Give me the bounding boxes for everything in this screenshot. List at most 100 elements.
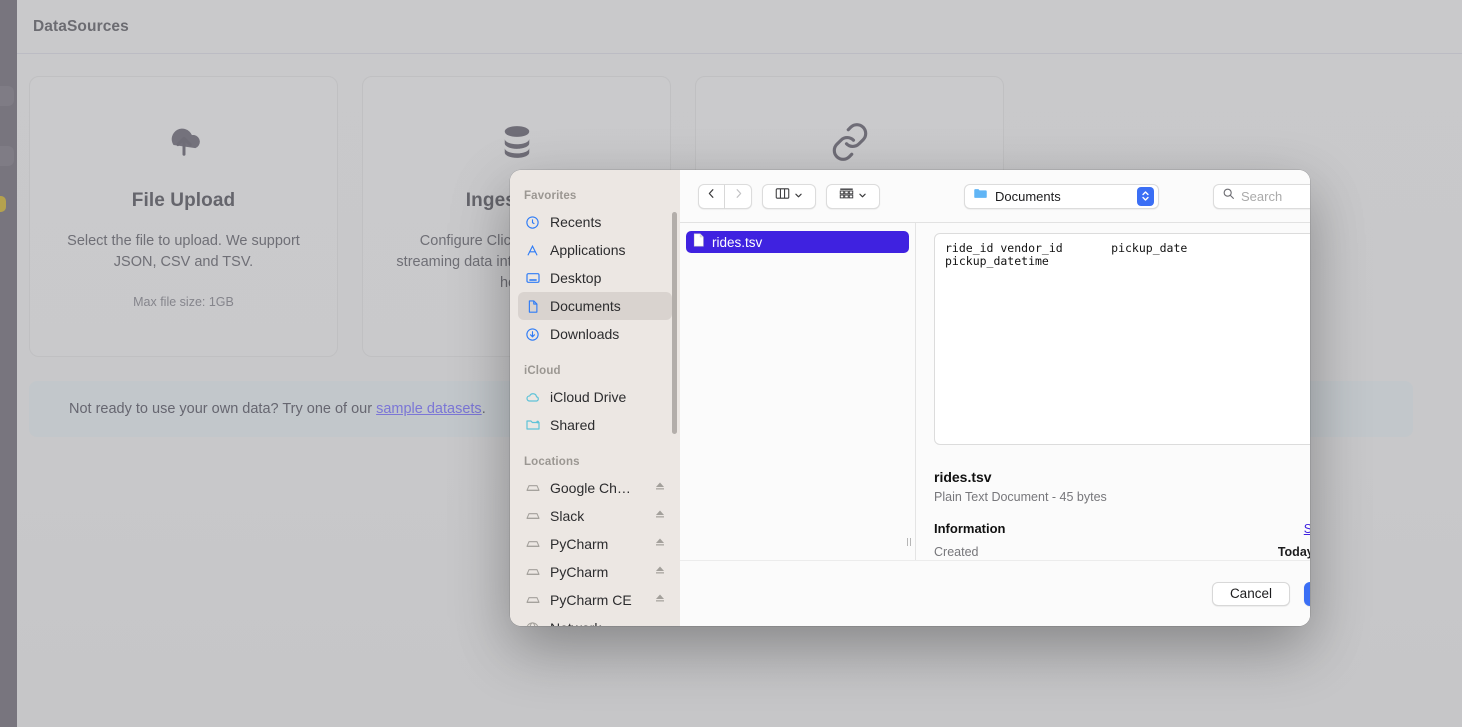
disk-icon (524, 536, 541, 553)
sidebar-item-label: Downloads (550, 326, 619, 342)
preview-file-kind: Plain Text Document - 45 bytes (934, 490, 1310, 504)
sidebar-item-label: Google Ch… (550, 480, 631, 496)
sidebar-item-downloads[interactable]: Downloads (518, 320, 672, 348)
sidebar-item-label: PyCharm (550, 564, 608, 580)
sidebar-item-slack[interactable]: Slack (518, 502, 672, 530)
sidebar-item-label: iCloud Drive (550, 389, 626, 405)
up-down-chevrons-icon[interactable] (1137, 187, 1154, 206)
sidebar-item-label: Slack (550, 508, 584, 524)
sidebar-item-label: Network (550, 620, 601, 626)
sidebar-item-pycharm-1[interactable]: PyCharm (518, 530, 672, 558)
resize-grip-left[interactable] (904, 537, 914, 547)
chevron-left-icon (705, 187, 718, 205)
eject-icon[interactable] (654, 591, 666, 609)
app-circle-icon[interactable] (0, 86, 14, 106)
file-list-item[interactable]: rides.tsv (686, 231, 909, 253)
banner-text-before: Not ready to use your own data? Try one … (69, 401, 376, 417)
sidebar-item-desktop[interactable]: Desktop (518, 264, 672, 292)
sidebar-item-label: Shared (550, 417, 595, 433)
page-header: DataSources (17, 0, 1462, 54)
sidebar-item-label: PyCharm (550, 536, 608, 552)
nav-buttons (698, 184, 752, 209)
file-name: rides.tsv (712, 235, 762, 250)
search-input[interactable] (1241, 189, 1310, 204)
eject-icon[interactable] (654, 535, 666, 553)
preview-meta-row: Created Today, 2:05 PM (934, 545, 1310, 559)
disk-icon (524, 508, 541, 525)
cloud-upload-icon (161, 121, 207, 168)
file-dialog-sidebar[interactable]: Favorites Recents Applications Desktop (510, 170, 680, 626)
text-file-icon (692, 233, 705, 252)
eject-icon[interactable] (654, 479, 666, 497)
path-label: Documents (995, 189, 1130, 204)
sidebar-item-label: Documents (550, 298, 621, 314)
banner-text: Not ready to use your own data? Try one … (69, 401, 486, 417)
chevron-right-icon (732, 187, 745, 205)
file-dialog-main: Documents (680, 170, 1310, 626)
applications-icon (524, 242, 541, 259)
preview-text: ride_id vendor_id pickup_date pickup_dat… (945, 242, 1310, 268)
sidebar-item-applications[interactable]: Applications (518, 236, 672, 264)
sidebar-item-label: Applications (550, 242, 626, 258)
path-popup-button[interactable]: Documents (964, 184, 1159, 209)
sidebar-item-label: Recents (550, 214, 601, 230)
cloud-icon (524, 389, 541, 406)
chevron-down-icon (794, 187, 803, 205)
document-icon (524, 298, 541, 315)
download-icon (524, 326, 541, 343)
sidebar-item-google-chrome[interactable]: Google Ch… (518, 474, 672, 502)
card-title: File Upload (132, 190, 236, 212)
file-dialog-footer: Cancel Open (680, 560, 1310, 626)
sidebar-item-pycharm-ce[interactable]: PyCharm CE (518, 586, 672, 614)
preview-file-name: rides.tsv (934, 469, 1310, 485)
sidebar-item-icloud-drive[interactable]: iCloud Drive (518, 383, 672, 411)
sidebar-item-documents[interactable]: Documents (518, 292, 672, 320)
app-rail[interactable] (0, 0, 17, 727)
group-view-icon (839, 187, 854, 205)
file-dialog-toolbar: Documents (680, 170, 1310, 222)
view-mode-column-button[interactable] (762, 184, 816, 209)
sample-datasets-link[interactable]: sample datasets (376, 401, 482, 417)
back-button[interactable] (698, 184, 725, 209)
disk-icon (524, 564, 541, 581)
database-icon (496, 121, 538, 168)
sidebar-group-label: Locations (510, 439, 680, 474)
sidebar-item-shared[interactable]: Shared (518, 411, 672, 439)
search-box[interactable] (1213, 184, 1310, 209)
sidebar-scrollbar[interactable] (672, 212, 677, 434)
preview-information-header: Information Show More (934, 521, 1310, 536)
sidebar-item-recents[interactable]: Recents (518, 208, 672, 236)
sidebar-item-pycharm-2[interactable]: PyCharm (518, 558, 672, 586)
shared-folder-icon (524, 417, 541, 434)
sidebar-group-label: iCloud (510, 348, 680, 383)
globe-icon (524, 620, 541, 627)
page-title: DataSources (33, 18, 129, 36)
link-icon (829, 121, 871, 168)
disk-icon (524, 480, 541, 497)
eject-icon[interactable] (654, 563, 666, 581)
screen: DataSources File Upload Select the file … (0, 0, 1462, 727)
open-file-dialog[interactable]: Favorites Recents Applications Desktop (510, 170, 1310, 626)
app-amber-icon[interactable] (0, 196, 6, 212)
sidebar-item-label: PyCharm CE (550, 592, 632, 608)
sidebar-group-label: Favorites (510, 190, 680, 208)
card-file-upload[interactable]: File Upload Select the file to upload. W… (29, 76, 338, 357)
view-group-button[interactable] (826, 184, 880, 209)
cancel-button[interactable]: Cancel (1212, 582, 1290, 606)
meta-value: Today, 2:05 PM (1278, 545, 1310, 559)
banner-text-after: . (482, 401, 486, 417)
disk-icon (524, 592, 541, 609)
preview-content-box: ride_id vendor_id pickup_date pickup_dat… (934, 233, 1310, 445)
card-note: Max file size: 1GB (133, 295, 234, 309)
card-description: Select the file to upload. We support JS… (59, 231, 309, 273)
sidebar-item-network[interactable]: Network (518, 614, 672, 626)
app-circle-icon[interactable] (0, 146, 14, 166)
desktop-icon (524, 270, 541, 287)
eject-icon[interactable] (654, 507, 666, 525)
chevron-down-icon (858, 187, 867, 205)
open-button[interactable]: Open (1304, 582, 1310, 606)
clock-icon (524, 214, 541, 231)
forward-button[interactable] (725, 184, 752, 209)
column-view-icon (775, 187, 790, 205)
show-more-link[interactable]: Show More (1304, 522, 1310, 536)
